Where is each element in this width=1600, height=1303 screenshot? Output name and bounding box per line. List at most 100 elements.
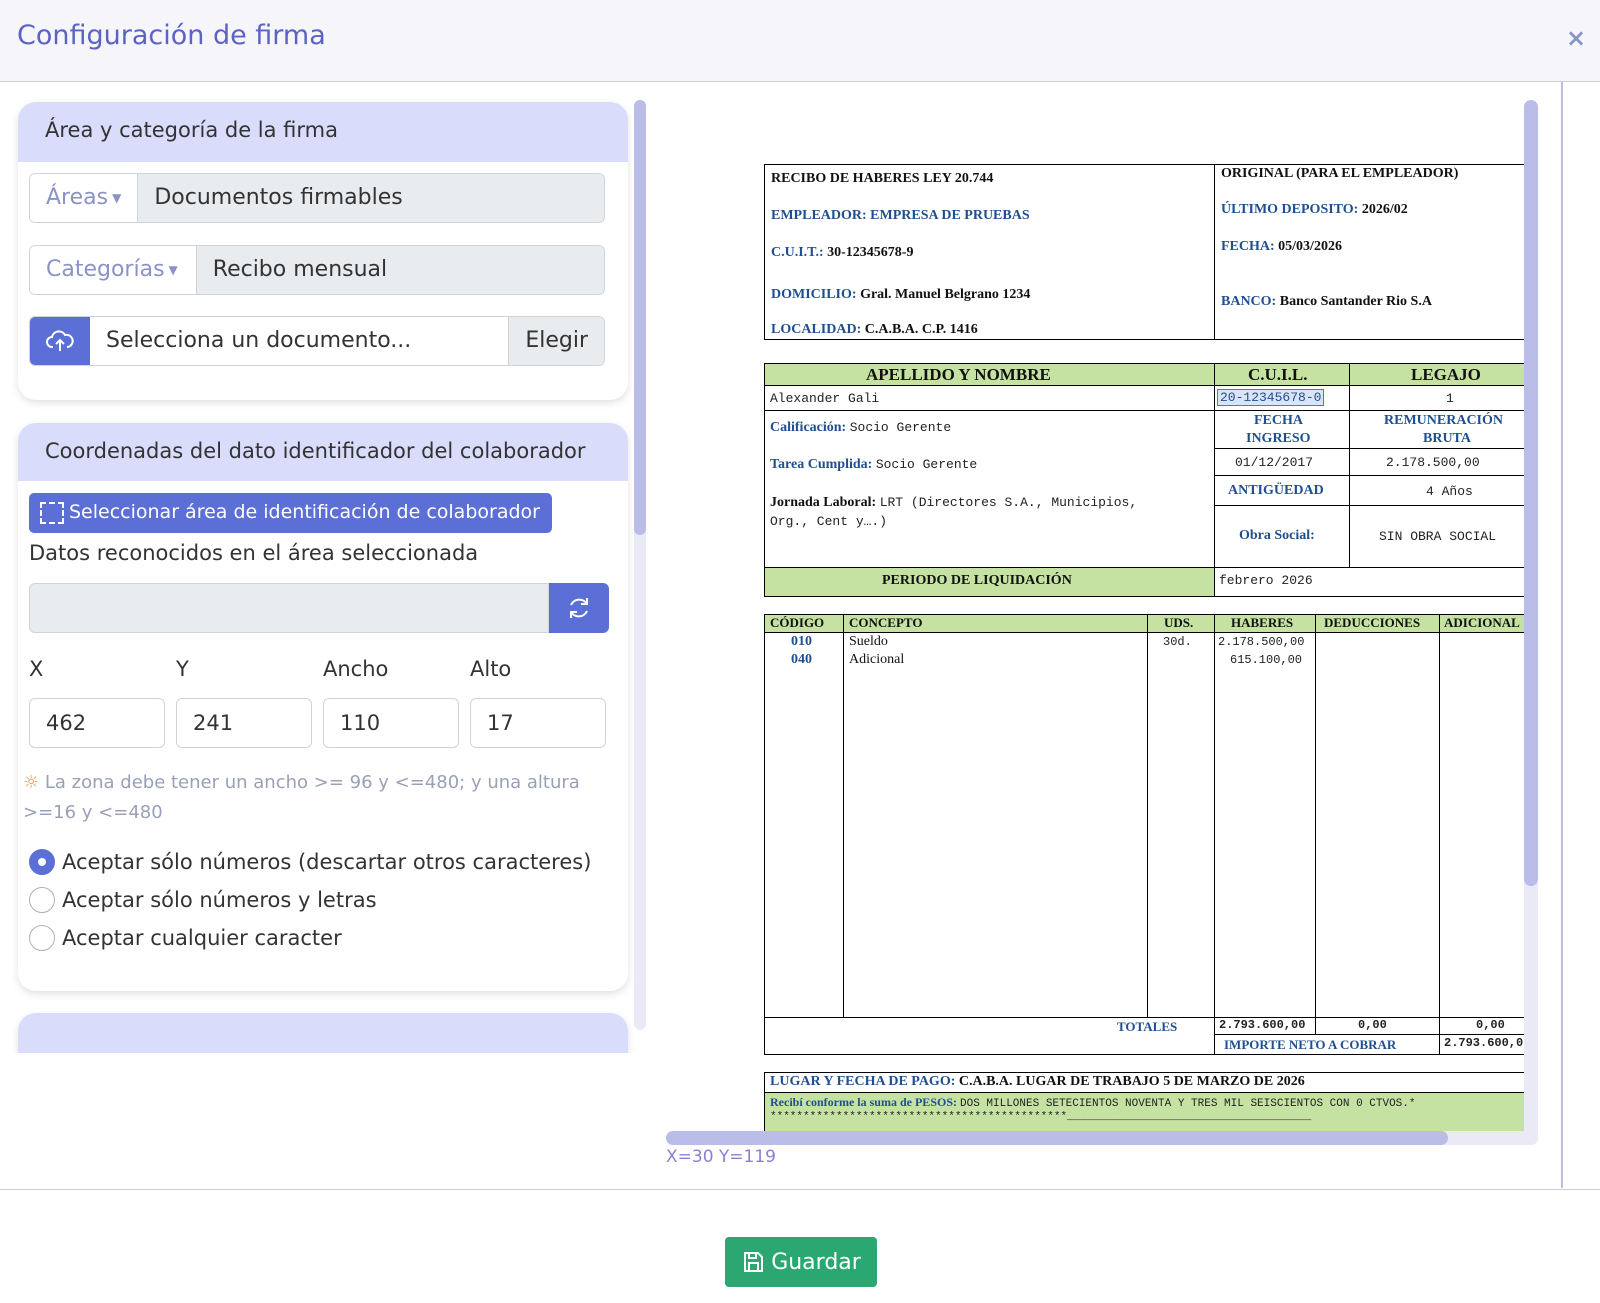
col-cuil: C.U.I.L. (1248, 365, 1308, 384)
neto-value: 2.793.600,0 (1444, 1036, 1524, 1050)
table-row-code: 040 (791, 652, 812, 667)
viewer-vertical-thumb[interactable] (1524, 100, 1538, 886)
radio-selected-icon[interactable] (29, 849, 55, 875)
select-area-button[interactable]: Seleccionar área de identificación de co… (29, 493, 552, 533)
coordinates-card-heading: Coordenadas del dato identificador del c… (18, 423, 628, 481)
cuit: C.U.I.T.: 30-12345678-9 (771, 245, 914, 260)
banco: BANCO: Banco Santander Rio S.A (1221, 294, 1432, 309)
col-antiguedad: ANTIGÜEDAD (1228, 483, 1324, 498)
table-row-concept: Adicional (849, 652, 905, 667)
col-apellido: APELLIDO Y NOMBRE (866, 365, 1051, 384)
areas-value-field[interactable]: Documentos firmables (138, 174, 604, 222)
area-card: Área y categoría de la firma Áreas ▼ Docu… (18, 102, 628, 400)
radio-alphanumeric[interactable]: Aceptar sólo números y letras (29, 887, 377, 913)
employee-box (764, 363, 1538, 597)
recibi-stars: ****************************************… (770, 1111, 1312, 1123)
y-input[interactable]: 241 (176, 698, 312, 748)
receipt-document: RECIBO DE HABERES LEY 20.744 EMPLEADOR: … (666, 100, 1538, 1132)
recognized-data-field[interactable] (29, 583, 549, 633)
col-deducciones: DEDUCCIONES (1324, 615, 1421, 630)
col-concepto: CONCEPTO (849, 615, 923, 630)
antiguedad-value: 4 Años (1426, 484, 1473, 499)
width-input[interactable]: 110 (323, 698, 459, 748)
left-panel: Área y categoría de la firma Áreas ▼ Docu… (0, 83, 660, 1053)
employer: EMPLEADOR: EMPRESA DE PRUEBAS (771, 208, 1030, 223)
categorias-dropdown-button[interactable]: Categorías ▼ (30, 246, 197, 294)
viewer-horizontal-scrollbar[interactable] (666, 1131, 1538, 1145)
domicilio: DOMICILIO: Gral. Manuel Belgrano 1234 (771, 287, 1031, 302)
modal-header: Configuración de firma × (0, 0, 1600, 82)
left-scrollbar[interactable] (634, 100, 646, 1030)
localidad: LOCALIDAD: C.A.B.A. C.P. 1416 (771, 322, 978, 337)
coordinates-card: Coordenadas del dato identificador del c… (18, 423, 628, 991)
choose-file-button[interactable]: Elegir (508, 317, 604, 365)
viewer-horizontal-thumb[interactable] (666, 1131, 1448, 1145)
jornada: Jornada Laboral: LRT (Directores S.A., M… (770, 495, 1138, 510)
table-row-uds: 30d. (1163, 635, 1192, 649)
col-fecha-ingreso-2: INGRESO (1246, 431, 1311, 446)
col-remuneracion-2: BRUTA (1423, 431, 1471, 446)
width-label: Ancho (323, 657, 389, 681)
close-icon[interactable]: × (1566, 24, 1586, 52)
col-fecha-ingreso: FECHA (1254, 413, 1303, 428)
x-input[interactable]: 462 (29, 698, 165, 748)
totales-label: TOTALES (1117, 1019, 1178, 1034)
categorias-group: Categorías ▼ Recibo mensual (29, 245, 605, 295)
table-row-concept: Sueldo (849, 634, 888, 649)
ultimo-deposito: ÚLTIMO DEPOSITO: 2026/02 (1221, 202, 1408, 217)
fecha: FECHA: 05/03/2026 (1221, 239, 1342, 254)
radio-icon[interactable] (29, 925, 55, 951)
height-input[interactable]: 17 (470, 698, 606, 748)
area-card-heading: Área y categoría de la firma (18, 102, 628, 162)
document-viewer[interactable]: RECIBO DE HABERES LEY 20.744 EMPLEADOR: … (666, 100, 1538, 1132)
floppy-disk-icon (744, 1252, 764, 1272)
recognized-label: Datos reconocidos en el área seleccionad… (29, 541, 479, 565)
col-remuneracion: REMUNERACIÓN (1384, 413, 1503, 428)
periodo-label: PERIODO DE LIQUIDACIÓN (882, 573, 1072, 588)
neto-label: IMPORTE NETO A COBRAR (1224, 1037, 1397, 1052)
periodo-value: febrero 2026 (1219, 573, 1313, 588)
lightbulb-icon: ☼ (23, 772, 40, 793)
total-haberes: 2.793.600,00 (1219, 1018, 1306, 1032)
obra-social-label: Obra Social: (1239, 528, 1315, 543)
cuil-value-selected[interactable]: 20-12345678-0 (1217, 389, 1325, 406)
calificacion: Calificación: Socio Gerente (770, 420, 952, 435)
table-row-haberes: 615.100,00 (1230, 653, 1303, 667)
receipt-title: RECIBO DE HABERES LEY 20.744 (771, 171, 994, 186)
recibi-conforme: Recibí conforme la suma de PESOS: DOS MI… (770, 1095, 1416, 1110)
areas-dropdown-button[interactable]: Áreas ▼ (30, 174, 139, 222)
col-legajo: LEGAJO (1411, 365, 1481, 384)
file-upload-group: Selecciona un documento... Elegir (29, 316, 605, 366)
modal-scrollbar[interactable] (1561, 82, 1563, 1188)
save-button[interactable]: Guardar (725, 1237, 877, 1287)
modal-title: Configuración de firma (17, 20, 326, 51)
col-adicional: ADICIONAL (1444, 615, 1520, 630)
col-haberes: HABERES (1231, 615, 1294, 630)
x-label: X (29, 657, 44, 681)
lugar-pago: LUGAR Y FECHA DE PAGO: C.A.B.A. LUGAR DE… (770, 1074, 1305, 1089)
obra-social-value: SIN OBRA SOCIAL (1379, 529, 1497, 544)
refresh-button[interactable] (549, 583, 609, 633)
radio-numbers-only[interactable]: Aceptar sólo números (descartar otros ca… (29, 849, 591, 875)
tarea: Tarea Cumplida: Socio Gerente (770, 457, 978, 472)
left-scrollbar-thumb[interactable] (634, 100, 646, 535)
dashed-box-icon (40, 502, 64, 524)
next-card (18, 1013, 628, 1053)
viewer-vertical-scrollbar[interactable] (1524, 100, 1538, 1145)
categorias-value-field[interactable]: Recibo mensual (196, 246, 604, 294)
next-card-heading (18, 1013, 628, 1053)
fecha-ingreso-value: 01/12/2017 (1235, 455, 1314, 470)
areas-group: Áreas ▼ Documentos firmables (29, 173, 605, 223)
radio-any-char[interactable]: Aceptar cualquier caracter (29, 925, 342, 951)
cloud-upload-icon[interactable] (30, 317, 90, 365)
employee-name: Alexander Gali (770, 391, 880, 406)
file-input[interactable]: Selecciona un documento... (90, 317, 509, 365)
col-codigo: CÓDIGO (770, 615, 825, 630)
radio-icon[interactable] (29, 887, 55, 913)
caret-down-icon: ▼ (112, 191, 122, 205)
col-uds: UDS. (1164, 615, 1194, 630)
remuneracion-value: 2.178.500,00 (1386, 455, 1480, 470)
y-label: Y (176, 657, 189, 681)
height-label: Alto (470, 657, 512, 681)
table-row-haberes: 2.178.500,00 (1218, 635, 1305, 649)
